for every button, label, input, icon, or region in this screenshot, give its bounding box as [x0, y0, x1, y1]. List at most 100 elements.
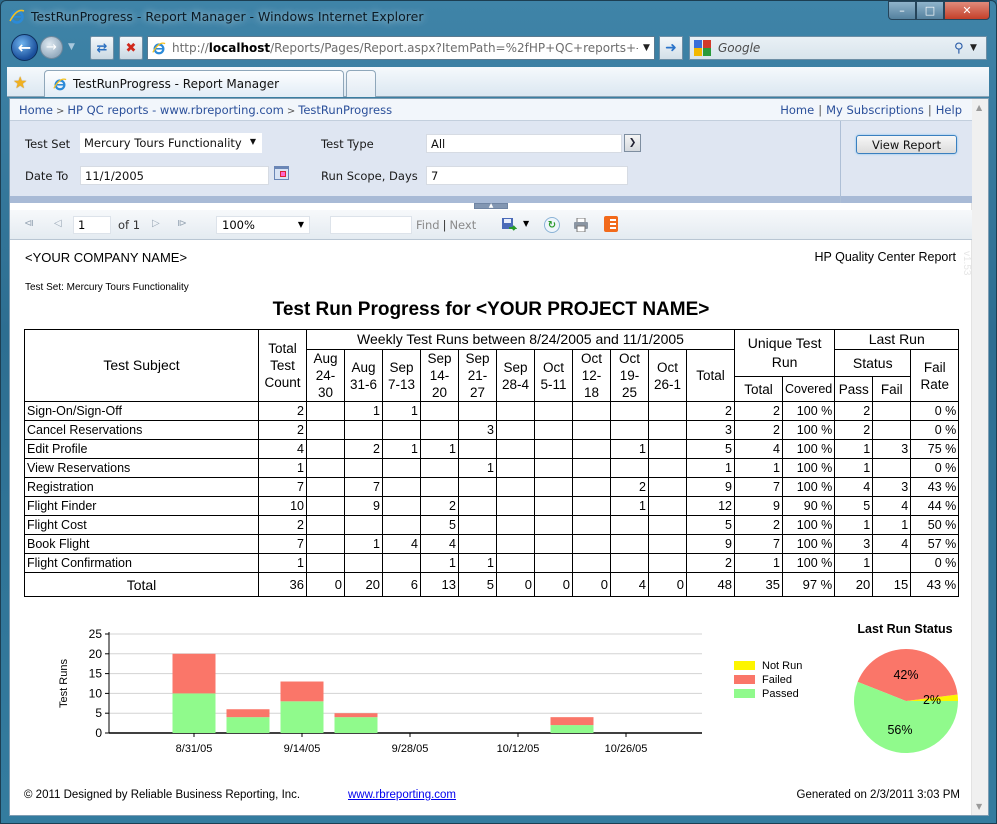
cell-pass: 2 [834, 401, 874, 421]
cell-week-runs: 7 [344, 477, 383, 497]
cell-week-runs: 2 [610, 477, 649, 497]
navigation-bar: ← → ▼ ⇄ ✖ http://localhost/Reports/Pages… [9, 34, 989, 62]
find-next-link[interactable]: Next [449, 218, 476, 232]
find-link[interactable]: Find [416, 218, 440, 232]
header-line: 31-6 [349, 376, 378, 392]
home-link[interactable]: Home [780, 103, 814, 117]
cell-week-runs: 1 [382, 439, 421, 459]
close-button[interactable]: ✕ [944, 1, 990, 20]
cell-week-runs [610, 401, 649, 421]
cell-test-subject: Flight Finder [24, 496, 259, 516]
zoom-select[interactable]: 100% ▼ [216, 216, 310, 234]
cell-fail: 3 [872, 477, 912, 497]
search-dropdown-icon[interactable]: ▼ [970, 43, 986, 53]
link-divider: | [442, 218, 447, 232]
cell-week-runs [496, 458, 535, 478]
print-icon[interactable] [573, 218, 589, 232]
params-divider [840, 121, 841, 203]
search-box[interactable]: Google ⚲ ▼ [689, 36, 987, 60]
cell-fail: 4 [872, 496, 912, 516]
forward-button[interactable]: → [40, 36, 63, 59]
header-fail: Fail [872, 376, 912, 402]
cell-week-runs [610, 420, 649, 440]
bar-failed [550, 717, 594, 726]
breadcrumb: Home > HP QC reports - www.rbreporting.com… [19, 103, 392, 117]
header-line: 26-1 [653, 376, 682, 392]
last-page-icon[interactable]: ⧐ [177, 218, 187, 229]
first-page-icon[interactable]: ⧏ [24, 218, 34, 229]
collapse-params-handle[interactable]: ▲ [474, 203, 508, 209]
tab-active[interactable]: TestRunProgress - Report Manager [44, 70, 344, 97]
cell-week-runs [458, 439, 497, 459]
cell-fail [872, 553, 912, 573]
cell-unique-total: 4 [734, 439, 783, 459]
next-page-icon[interactable]: ▷ [152, 218, 160, 229]
legend-label: Passed [762, 688, 799, 700]
address-url[interactable]: http://localhost/Reports/Pages/Report.as… [172, 41, 638, 55]
export-icon[interactable] [501, 217, 517, 233]
find-input[interactable] [330, 216, 412, 234]
table-row: Edit Profile 4 2 1 1 1 5 4 100 % 1 3 75 % [24, 439, 960, 459]
cell-fail-rate: 0 % [910, 553, 960, 573]
breadcrumb-folder[interactable]: HP QC reports - www.rbreporting.com [67, 103, 284, 117]
magnifier-icon[interactable]: ⚲ [954, 41, 970, 56]
cell-week-runs [572, 420, 611, 440]
date-to-input[interactable]: 11/1/2005 [80, 166, 269, 185]
refresh-report-icon[interactable]: ↻ [544, 217, 560, 233]
test-type-dropdown-button[interactable]: ❯ [624, 134, 641, 152]
cell-week-runs [534, 401, 573, 421]
scroll-up-icon[interactable]: ▲ [976, 103, 982, 112]
cell-week-runs [572, 439, 611, 459]
last-run-status-pie-chart: Not Run Failed Passed Last Run Status 2% 42% 5… [734, 622, 958, 753]
cell-week-runs [306, 534, 345, 554]
y-tick-label: 10 [89, 686, 103, 700]
test-set-select[interactable]: Mercury Tours Functionality ▼ [80, 133, 262, 153]
cell-week-runs [572, 553, 611, 573]
my-subscriptions-link[interactable]: My Subscriptions [826, 103, 924, 117]
new-tab-button[interactable] [346, 70, 376, 97]
cell-week-runs [382, 420, 421, 440]
calendar-icon[interactable] [274, 166, 289, 180]
address-bar[interactable]: http://localhost/Reports/Pages/Report.as… [147, 36, 655, 60]
address-dropdown-icon[interactable]: ▼ [638, 43, 654, 53]
breadcrumb-report[interactable]: TestRunProgress [298, 103, 392, 117]
run-scope-input[interactable]: 7 [426, 166, 628, 185]
report-product: HP Quality Center Report [814, 250, 957, 264]
search-input[interactable]: Google [718, 41, 954, 55]
cell-unique-total: 7 [734, 534, 783, 554]
view-report-button[interactable]: View Report [856, 135, 957, 154]
cell-week-runs [306, 553, 345, 573]
compat-refresh-button[interactable]: ⇄ [90, 36, 114, 60]
page-number-input[interactable]: 1 [73, 216, 111, 234]
export-dropdown-icon[interactable]: ▼ [523, 219, 529, 228]
maximize-button[interactable]: □ [916, 1, 944, 20]
cell-week-runs: 1 [344, 534, 383, 554]
cell-unique-total: 9 [734, 496, 783, 516]
top-links: Home | My Subscriptions | Help [780, 103, 962, 117]
data-feed-icon[interactable] [604, 216, 618, 232]
back-button[interactable]: ← [11, 34, 38, 61]
vertical-scrollbar[interactable]: ▲ ▼ [971, 99, 988, 815]
header-last-run: Last Run [834, 329, 960, 350]
cell-pass: 3 [834, 534, 874, 554]
stop-button[interactable]: ✖ [119, 36, 143, 60]
browser-window: TestRunProgress - Report Manager - Windo… [0, 0, 997, 824]
report-version: v1.53 [961, 251, 972, 276]
cell-week-runs: 1 [610, 439, 649, 459]
scroll-down-icon[interactable]: ▼ [976, 802, 982, 811]
cell-covered: 100 % [781, 401, 836, 421]
cell-week-runs [496, 401, 535, 421]
rbreporting-link[interactable]: www.rbreporting.com [348, 789, 456, 801]
star-icon[interactable]: ★ [13, 73, 27, 92]
window-controls: – □ ✕ [888, 1, 990, 20]
history-dropdown-icon[interactable]: ▼ [68, 42, 75, 52]
cell-unique-total: 35 [734, 572, 783, 597]
breadcrumb-home[interactable]: Home [19, 103, 53, 117]
go-button[interactable]: ➜ [659, 36, 683, 60]
help-link[interactable]: Help [936, 103, 962, 117]
header-week: Oct 5-11 [534, 349, 573, 402]
previous-page-icon[interactable]: ◁ [54, 218, 62, 229]
test-type-select[interactable]: All [426, 134, 622, 153]
minimize-button[interactable]: – [888, 1, 916, 20]
cell-week-runs: 5 [420, 515, 459, 535]
